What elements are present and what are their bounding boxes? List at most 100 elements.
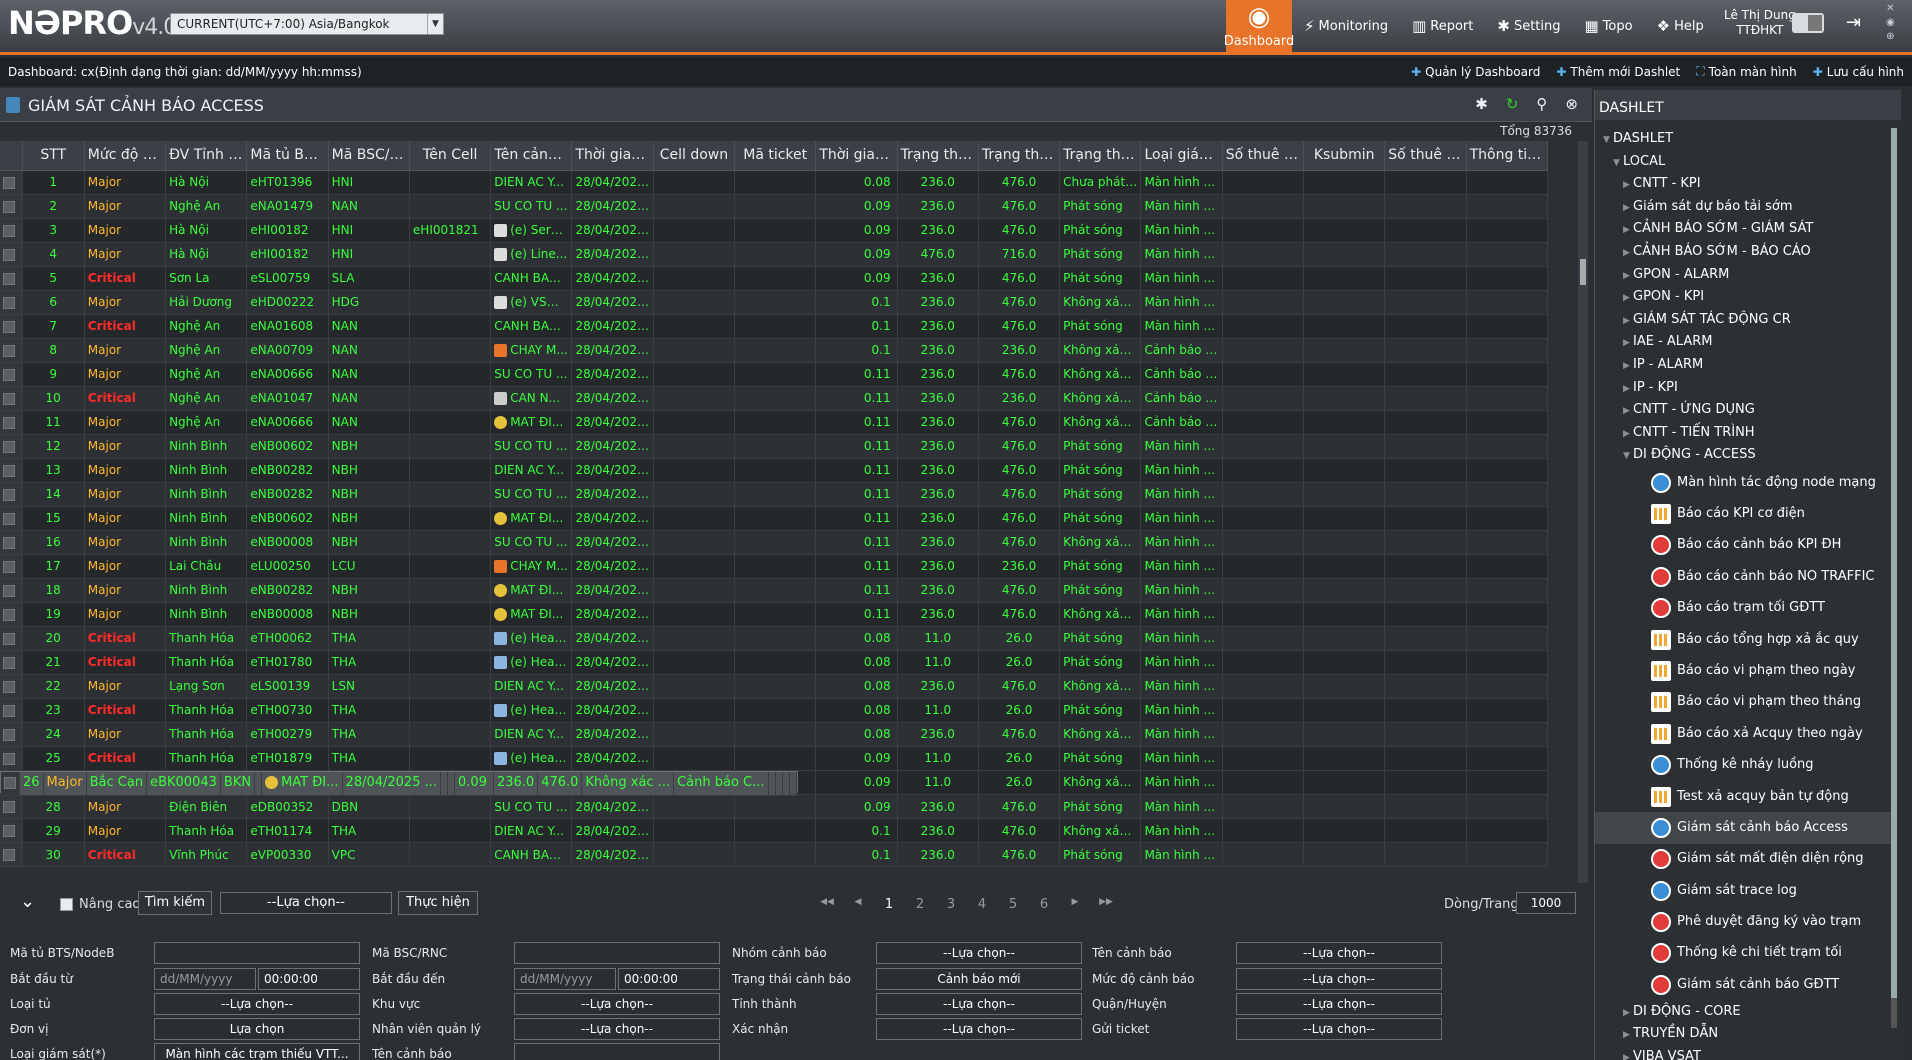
table-row[interactable]: 12 Major Ninh Bình eNB00602 NBH SU CO TU ... 2… [0, 434, 1549, 459]
table-row[interactable]: 26 Major Bắc Cạn eBK00043 BKN MAT ĐI... 28/04/… [0, 770, 798, 796]
dashlet-item[interactable]: Báo cáo tổng hợp xả ắc quy [1595, 624, 1895, 655]
caret-right-icon[interactable]: ▶ [1623, 332, 1633, 354]
caret-right-icon[interactable]: ▶ [1623, 242, 1633, 264]
table-row[interactable]: 8 Major Nghệ An eNA00709 NAN CHAY M... 28/04/2… [0, 338, 1549, 363]
column-header[interactable]: STT [22, 141, 85, 171]
row-checkbox[interactable] [0, 194, 23, 219]
column-header[interactable]: Mức độ cả... [84, 141, 167, 171]
filter-input[interactable]: Màn hình các trạm thiếu VTT... [154, 1043, 360, 1060]
dashlet-item[interactable]: Báo cáo cảnh báo KPI ĐH [1595, 530, 1895, 561]
dashlet-item[interactable]: Báo cáo cảnh báo NO TRAFFIC [1595, 561, 1895, 592]
caret-right-icon[interactable]: ▶ [1623, 1002, 1633, 1024]
tree-group[interactable]: ▼ DI ĐỘNG - ACCESS [1595, 444, 1895, 467]
table-row[interactable]: 1 Major Hà Nội eHT01396 HNI DIEN AC Y... 28/04… [0, 170, 1549, 195]
caret-right-icon[interactable]: ▶ [1623, 265, 1633, 287]
tree-group[interactable]: ▼ LOCAL [1595, 151, 1895, 174]
filter-input[interactable]: --Lựa chọn-- [514, 1018, 720, 1040]
page-6[interactable]: 6 [1037, 897, 1051, 912]
nav-report[interactable]: ▥ Report [1400, 0, 1485, 52]
subbar-action-0[interactable]: ✚ Quản lý Dashboard [1411, 64, 1540, 79]
tree-group[interactable]: ▶ GPON - KPI [1595, 286, 1895, 309]
settings-icon[interactable]: ✱ [1475, 95, 1488, 113]
tree-group[interactable]: ▶ CNTT - KPI [1595, 173, 1895, 196]
table-row[interactable]: 2 Major Nghệ An eNA01479 NAN SU CO TU ... 28/0… [0, 194, 1549, 219]
dashlet-item[interactable]: Giám sát cảnh báo GĐTT [1595, 969, 1895, 1000]
filter-input[interactable]: --Lựa chọn-- [876, 1018, 1082, 1040]
dashlet-item[interactable]: Giám sát cảnh báo Access [1595, 812, 1895, 844]
nav-help[interactable]: ❖ Help [1645, 0, 1716, 52]
table-row[interactable]: 7 Critical Nghệ An eNA01608 NAN CANH BAO ... 2… [0, 314, 1549, 339]
caret-right-icon[interactable]: ▶ [1623, 174, 1633, 196]
column-header[interactable]: ĐV Tỉnh th... [165, 141, 248, 171]
table-row[interactable]: 11 Major Nghệ An eNA00666 NAN MAT ĐI... 28/04/… [0, 410, 1549, 435]
dashlet-item[interactable]: Test xả acquy bản tự động [1595, 781, 1895, 812]
subbar-action-1[interactable]: ✚ Thêm mới Dashlet [1556, 64, 1680, 79]
row-checkbox[interactable] [0, 410, 23, 435]
select-all-header[interactable] [0, 141, 23, 171]
column-header[interactable]: Mã ticket [734, 141, 817, 171]
column-header[interactable]: Số thuê b... [1384, 141, 1467, 171]
tree-group[interactable]: ▶ GIÁM SÁT TÁC ĐỘNG CR [1595, 309, 1895, 332]
row-checkbox[interactable] [0, 554, 23, 579]
filter-input[interactable]: --Lựa chọn-- [876, 942, 1082, 964]
row-checkbox[interactable] [0, 818, 23, 843]
page-3[interactable]: 3 [944, 897, 958, 912]
filter-input[interactable] [514, 1043, 720, 1060]
filter-input[interactable]: --Lựa chọn-- [154, 993, 360, 1015]
tree-group[interactable]: ▶ IP - KPI [1595, 377, 1895, 400]
caret-down-icon[interactable]: ▼ [1623, 445, 1633, 467]
row-checkbox[interactable] [0, 578, 23, 603]
time-input[interactable]: 00:00:00 [258, 968, 360, 990]
caret-right-icon[interactable]: ▶ [1623, 423, 1633, 445]
tree-group[interactable]: ▶ CNTT - TIẾN TRÌNH [1595, 422, 1895, 445]
zoom-icon[interactable]: ⚲ [1536, 95, 1547, 113]
row-checkbox[interactable] [0, 314, 23, 339]
dashlet-item[interactable]: Phê duyệt đăng ký vào trạm [1595, 906, 1895, 937]
column-header[interactable]: Loại giám ... [1140, 141, 1223, 171]
table-row[interactable]: 20 Critical Thanh Hóa eTH00062 THA (e) Hear..… [0, 626, 1549, 651]
nav-topo[interactable]: ▦ Topo [1573, 0, 1645, 52]
column-header[interactable]: Tên cảnh ... [490, 141, 573, 171]
dashlet-item[interactable]: Báo cáo xả Acquy theo ngày [1595, 718, 1895, 749]
subbar-action-3[interactable]: ✚ Lưu cấu hình [1813, 64, 1904, 79]
table-row[interactable]: 22 Major Lạng Sơn eLS00139 LSN DIEN AC Y... 28… [0, 674, 1549, 699]
table-row[interactable]: 21 Critical Thanh Hóa eTH01780 THA (e) Hear..… [0, 650, 1549, 675]
last-page-icon[interactable]: ▶▶ [1099, 897, 1113, 912]
advanced-toggle[interactable]: Nâng cao [60, 897, 140, 912]
table-row[interactable]: 30 Critical Vĩnh Phúc eVP00330 VPC CANH BAO .… [0, 842, 1549, 867]
column-header[interactable]: Mã BSC/R... [328, 141, 410, 171]
row-checkbox[interactable] [0, 722, 23, 747]
column-header[interactable]: Ksubmin [1303, 141, 1386, 171]
tree-group[interactable]: ▶ Giám sát dự báo tải sớm [1595, 196, 1895, 219]
row-checkbox[interactable] [0, 170, 23, 195]
execute-button[interactable]: Thực hiện [398, 891, 478, 915]
next-page-icon[interactable]: ▶ [1068, 897, 1082, 912]
table-scrollbar[interactable] [1578, 141, 1588, 883]
caret-right-icon[interactable]: ▶ [1623, 197, 1633, 219]
caret-down-icon[interactable]: ▼ [1613, 152, 1623, 174]
dashlet-item[interactable]: Báo cáo vi phạm theo tháng [1595, 687, 1895, 718]
row-checkbox[interactable] [0, 506, 23, 531]
row-checkbox[interactable] [0, 458, 23, 483]
dashlet-item[interactable]: Báo cáo trạm tối GĐTT [1595, 592, 1895, 623]
page-4[interactable]: 4 [975, 897, 989, 912]
tree-group[interactable]: ▶ CẢNH BÁO SỚM - GIÁM SÁT [1595, 218, 1895, 241]
caret-right-icon[interactable]: ▶ [1623, 355, 1633, 377]
table-row[interactable]: 9 Major Nghệ An eNA00666 NAN SU CO TU ... 28/0… [0, 362, 1549, 387]
row-checkbox[interactable] [0, 530, 23, 555]
filter-input[interactable]: --Lựa chọn-- [1236, 942, 1442, 964]
timezone-select[interactable]: CURRENT(UTC+7:00) Asia/Bangkok ▼ [170, 13, 444, 35]
nav-dashboard[interactable]: ◉ Dashboard [1224, 0, 1294, 52]
tree-group[interactable]: ▼ DASHLET [1595, 128, 1895, 151]
advanced-checkbox[interactable] [60, 898, 73, 911]
row-checkbox[interactable] [0, 290, 23, 315]
action-select[interactable]: --Lựa chọn-- [220, 892, 392, 914]
table-row[interactable]: 19 Major Ninh Bình eNB00008 NBH MAT ĐI... 28/0… [0, 602, 1549, 627]
filter-input[interactable]: Lựa chọn [154, 1018, 360, 1040]
filter-input[interactable]: --Lựa chọn-- [1236, 993, 1442, 1015]
row-checkbox[interactable] [0, 242, 23, 267]
first-page-icon[interactable]: ◀◀ [820, 897, 834, 912]
row-checkbox[interactable] [0, 266, 23, 291]
date-input[interactable]: dd/MM/yyyy [154, 968, 256, 990]
row-checkbox[interactable] [0, 674, 23, 699]
